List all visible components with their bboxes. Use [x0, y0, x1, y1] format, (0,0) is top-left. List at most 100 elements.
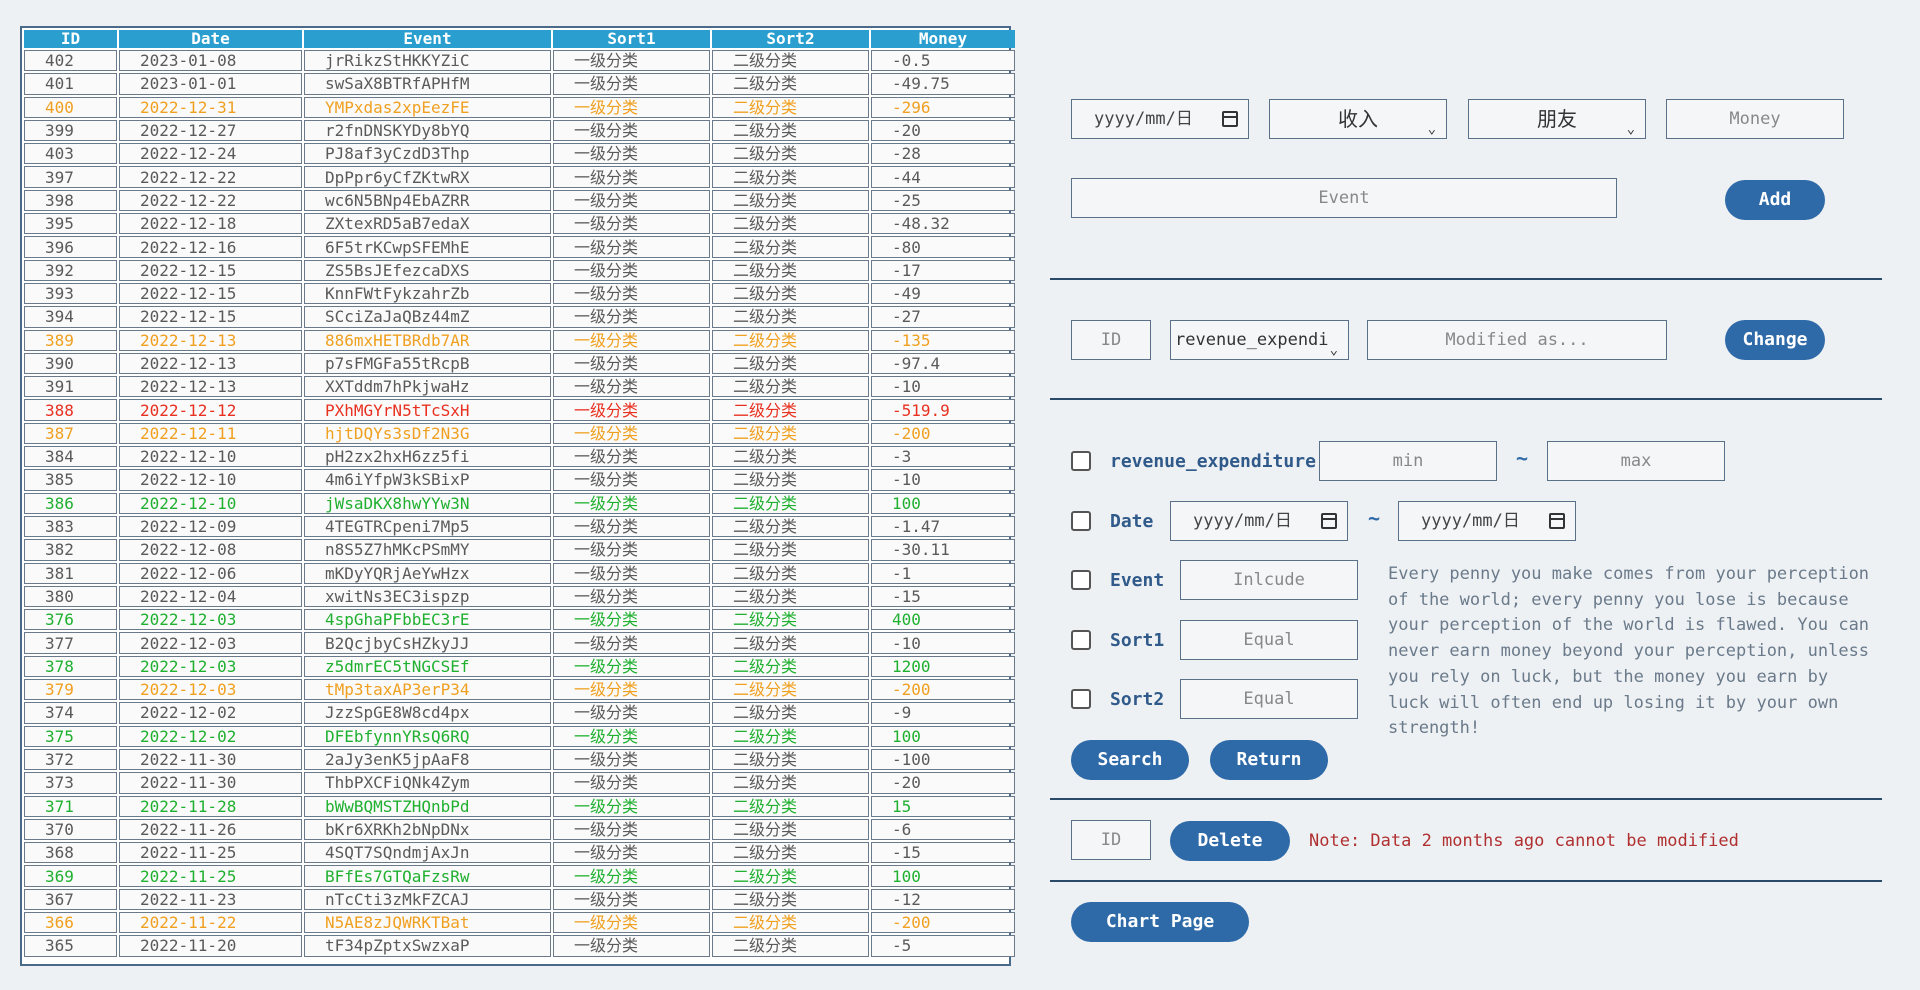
sort2-input[interactable]: Equal [1180, 679, 1358, 719]
event-checkbox[interactable] [1071, 570, 1091, 590]
chevron-down-icon: ⌄ [1626, 121, 1635, 137]
cell-money: -0.5 [871, 50, 1015, 72]
type-select[interactable]: 收入 ⌄ [1269, 99, 1447, 139]
table-row[interactable]: 372 2022-11-30 2aJy3enK5jpAaF8 一级分类 二级分类 -100 [24, 748, 1015, 771]
add-date-input[interactable]: yyyy/mm/日 [1071, 99, 1249, 139]
table-row[interactable]: 381 2022-12-06 mKDyYQRjAeYwHzx 一级分类 二级分类 -1 [24, 562, 1015, 584]
table-row[interactable]: 403 2022-12-24 PJ8af3yCzdD3Thp 一级分类 二级分类 -28 [24, 143, 1015, 165]
change-id-input[interactable]: ID [1071, 320, 1151, 360]
table-row[interactable]: 400 2022-12-31 YMPxdas2xpEezFE 一级分类 二级分类 -296 [24, 96, 1015, 118]
cell-sort2: 二级分类 [712, 306, 869, 328]
sort2-checkbox[interactable] [1071, 689, 1091, 709]
table-row[interactable]: 387 2022-12-11 hjtDQYs3sDf2N3G 一级分类 二级分类 -200 [24, 422, 1015, 445]
max-input[interactable]: max [1547, 441, 1725, 481]
event-input[interactable]: Event [1071, 178, 1617, 218]
cell-date: 2022-12-02 [119, 702, 302, 724]
min-input[interactable]: min [1319, 441, 1497, 481]
cell-sort1: 一级分类 [553, 562, 710, 584]
table-row[interactable]: 392 2022-12-15 ZS5BsJEfezcaDXS 一级分类 二级分类 -17 [24, 259, 1015, 281]
chart-page-button[interactable]: Chart Page [1071, 902, 1249, 942]
cell-sort1: 一级分类 [553, 655, 710, 678]
table-row[interactable]: 380 2022-12-04 xwitNs3EC3ispzp 一级分类 二级分类 -15 [24, 585, 1015, 608]
table-row[interactable]: 388 2022-12-12 PXhMGYrN5tTcSxH 一级分类 二级分类 -519… [24, 399, 1015, 421]
table-row[interactable]: 398 2022-12-22 wc6N5BNp4EbAZRR 一级分类 二级分类 -25 [24, 189, 1015, 212]
table-row[interactable]: 391 2022-12-13 XXTddm7hPkjwaHz 一级分类 二级分类 -10 [24, 376, 1015, 398]
table-row[interactable]: 397 2022-12-22 DpPpr6yCfZKtwRX 一级分类 二级分类 -44 [24, 166, 1015, 188]
date-checkbox[interactable] [1071, 511, 1091, 531]
table-row[interactable]: 373 2022-11-30 ThbPXCFiQNk4Zym 一级分类 二级分类 -20 [24, 772, 1015, 794]
col-header-event: Event [304, 30, 551, 48]
table-row[interactable]: 382 2022-12-08 n8S5Z7hMKcPSmMY 一级分类 二级分类 -30.… [24, 539, 1015, 561]
table-row[interactable]: 402 2023-01-08 jrRikzStHKKYZiC 一级分类 二级分类 -0.5 [24, 50, 1015, 72]
table-row[interactable]: 393 2022-12-15 KnnFWtFykzahrZb 一级分类 二级分类 -49 [24, 282, 1015, 305]
delete-button[interactable]: Delete [1170, 821, 1290, 861]
sort1-checkbox[interactable] [1071, 630, 1091, 650]
table-row[interactable]: 390 2022-12-13 p7sFMGFa55tRcpB 一级分类 二级分类 -97.… [24, 352, 1015, 375]
table-row[interactable]: 385 2022-12-10 4m6iYfpW3kSBixP 一级分类 二级分类 -10 [24, 469, 1015, 491]
return-button[interactable]: Return [1210, 740, 1328, 780]
table-row[interactable]: 384 2022-12-10 pH2zx2hxH6zz5fi 一级分类 二级分类 -3 [24, 446, 1015, 468]
money-input[interactable]: Money [1666, 99, 1844, 139]
table-row[interactable]: 395 2022-12-18 ZXtexRD5aB7edaX 一级分类 二级分类 -48.… [24, 213, 1015, 235]
table-row[interactable]: 376 2022-12-03 4spGhaPFbbEC3rE 一级分类 二级分类 400 [24, 609, 1015, 631]
cell-sort2: 二级分类 [712, 748, 869, 771]
modified-input[interactable]: Modified as... [1367, 320, 1667, 360]
table-row[interactable]: 394 2022-12-15 SCciZaJaQBz44mZ 一级分类 二级分类 -27 [24, 306, 1015, 328]
date-from-input[interactable]: yyyy/mm/日 [1170, 501, 1348, 541]
cell-money: 100 [871, 725, 1015, 747]
table-row[interactable]: 369 2022-11-25 BFfEs7GTQaFzsRw 一级分类 二级分类 100 [24, 865, 1015, 887]
calendar-icon[interactable] [1321, 513, 1337, 529]
revenue-checkbox[interactable] [1071, 451, 1091, 471]
cell-sort2: 二级分类 [712, 143, 869, 165]
cell-id: 393 [24, 282, 117, 305]
cell-sort1: 一级分类 [553, 702, 710, 724]
event-include-input[interactable]: Inlcude [1180, 560, 1358, 600]
calendar-icon[interactable] [1222, 111, 1238, 127]
table-row[interactable]: 371 2022-11-28 bWwBQMSTZHQnbPd 一级分类 二级分类 15 [24, 795, 1015, 817]
table-row[interactable]: 367 2022-11-23 nTcCti3zMkFZCAJ 一级分类 二级分类 -12 [24, 888, 1015, 910]
table-row[interactable]: 401 2023-01-01 swSaX8BTRfAPHfM 一级分类 二级分类 -49.… [24, 73, 1015, 95]
add-button[interactable]: Add [1725, 180, 1825, 220]
table-row[interactable]: 386 2022-12-10 jWsaDKX8hwYYw3N 一级分类 二级分类 100 [24, 492, 1015, 514]
table-row[interactable]: 368 2022-11-25 4SQT7SQndmjAxJn 一级分类 二级分类 -15 [24, 842, 1015, 864]
cell-id: 385 [24, 469, 117, 491]
date-to-input[interactable]: yyyy/mm/日 [1398, 501, 1576, 541]
table-row[interactable]: 389 2022-12-13 886mxHETBRdb7AR 一级分类 二级分类 -135 [24, 329, 1015, 351]
table-row[interactable]: 365 2022-11-20 tF34pZptxSwzxaP 一级分类 二级分类 -5 [24, 935, 1015, 957]
change-button[interactable]: Change [1725, 320, 1825, 360]
cell-sort1: 一级分类 [553, 422, 710, 445]
calendar-icon[interactable] [1549, 513, 1565, 529]
cell-event: r2fnDNSKYDy8bYQ [304, 119, 551, 142]
cell-date: 2022-11-22 [119, 911, 302, 934]
sort2-placeholder: Equal [1243, 689, 1295, 709]
delete-id-input[interactable]: ID [1071, 820, 1151, 860]
table-row[interactable]: 370 2022-11-26 bKr6XRKh2bNpDNx 一级分类 二级分类 -6 [24, 818, 1015, 841]
table-row[interactable]: 377 2022-12-03 B2QcjbyCsHZkyJJ 一级分类 二级分类 -10 [24, 632, 1015, 654]
table-row[interactable]: 375 2022-12-02 DFEbfynnYRsQ6RQ 一级分类 二级分类 100 [24, 725, 1015, 747]
field-select[interactable]: revenue_expendi ⌄ [1170, 320, 1349, 360]
add-date-placeholder: yyyy/mm/日 [1094, 109, 1193, 129]
cell-id: 397 [24, 166, 117, 188]
table-row[interactable]: 366 2022-11-22 N5AE8zJQWRKTBat 一级分类 二级分类 -200 [24, 911, 1015, 934]
cell-id: 401 [24, 73, 117, 95]
cell-money: -44 [871, 166, 1015, 188]
cell-date: 2022-12-27 [119, 119, 302, 142]
cell-event: 2aJy3enK5jpAaF8 [304, 748, 551, 771]
ledger-table-container[interactable]: ID Date Event Sort1 Sort2 Money 402 2023-… [20, 26, 1015, 966]
table-row[interactable]: 396 2022-12-16 6F5trKCwpSFEMhE 一级分类 二级分类 -80 [24, 236, 1015, 258]
sort1-input[interactable]: Equal [1180, 620, 1358, 660]
table-row[interactable]: 378 2022-12-03 z5dmrEC5tNGCSEf 一级分类 二级分类 1200 [24, 655, 1015, 678]
cell-id: 380 [24, 585, 117, 608]
table-row[interactable]: 379 2022-12-03 tMp3taxAP3erP34 一级分类 二级分类 -200 [24, 679, 1015, 701]
cell-sort2: 二级分类 [712, 376, 869, 398]
date-label: Date [1110, 511, 1154, 532]
table-row[interactable]: 383 2022-12-09 4TEGTRCpeni7Mp5 一级分类 二级分类 -1.4… [24, 515, 1015, 538]
cell-event: tMp3taxAP3erP34 [304, 679, 551, 701]
category-select[interactable]: 朋友 ⌄ [1468, 99, 1646, 139]
table-row[interactable]: 399 2022-12-27 r2fnDNSKYDy8bYQ 一级分类 二级分类 -20 [24, 119, 1015, 142]
cell-date: 2022-11-28 [119, 795, 302, 817]
table-row[interactable]: 374 2022-12-02 JzzSpGE8W8cd4px 一级分类 二级分类 -9 [24, 702, 1015, 724]
cell-sort1: 一级分类 [553, 329, 710, 351]
cell-sort1: 一级分类 [553, 515, 710, 538]
search-button[interactable]: Search [1071, 740, 1189, 780]
